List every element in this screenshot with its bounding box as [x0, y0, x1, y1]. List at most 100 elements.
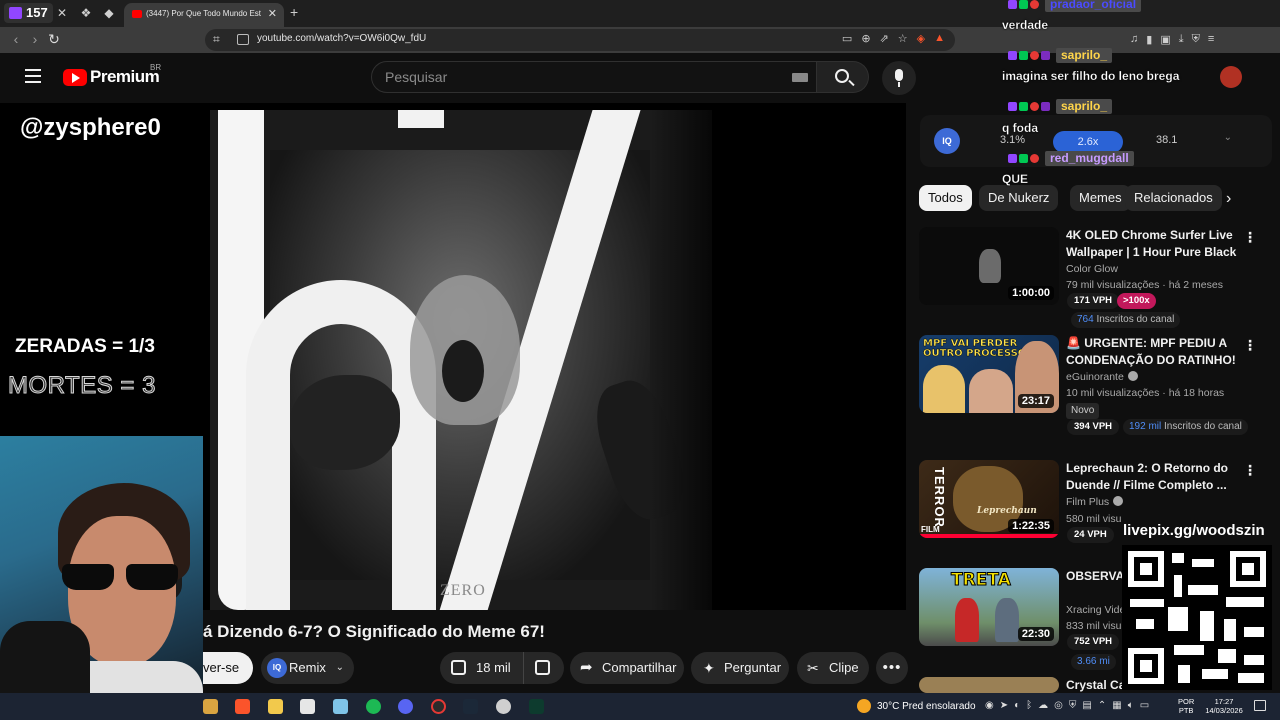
mute-icon[interactable]: ✕	[55, 6, 69, 20]
omnibox[interactable]: ⌗ youtube.com/watch?v=OW6i0Qw_fdU ▭ ⊕ ⇗ …	[205, 29, 955, 51]
search-input[interactable]: Pesquisar	[371, 61, 817, 93]
thumbs-down-icon[interactable]	[535, 660, 550, 675]
cast-icon[interactable]: ▭	[842, 32, 852, 45]
diamond-icon[interactable]: ◆	[102, 6, 116, 20]
rec-title[interactable]: 🚨 URGENTE: MPF PEDIU A CONDENAÇÃO DO RAT…	[1066, 335, 1238, 369]
list-item[interactable]: 1:00:00 4K OLED Chrome Surfer Live Wallp…	[919, 227, 1264, 328]
chevron-right-icon[interactable]: ›	[1226, 190, 1231, 208]
extension-icon[interactable]: ❖	[79, 6, 93, 20]
video-thumbnail[interactable]: TERROR Leprechaun FILM 1:22:35	[919, 460, 1059, 538]
chevron-down-icon[interactable]: ⌄	[1224, 132, 1232, 143]
rec-meta: 580 mil visu	[1066, 513, 1122, 525]
reload-icon[interactable]: ↻	[46, 31, 62, 47]
game-app-icon[interactable]	[496, 699, 511, 714]
more-vert-icon[interactable]: ⋮	[1243, 462, 1257, 479]
like-dislike-group: 18 mil	[440, 652, 564, 684]
rec-channel[interactable]: Color Glow	[1066, 263, 1118, 275]
keyboard-icon[interactable]	[792, 73, 808, 82]
volume-icon[interactable]: 🔈︎	[1128, 700, 1134, 711]
chat-name-line: red_muggdall	[1008, 150, 1134, 167]
more-actions-button[interactable]: •••	[876, 652, 908, 684]
chevron-up-icon[interactable]: ⌃	[1098, 700, 1106, 711]
terminal-app-icon[interactable]	[529, 699, 544, 714]
rec-channel[interactable]: Film Plus	[1066, 496, 1124, 508]
nvidia-icon[interactable]: ◐	[1014, 700, 1020, 711]
steam-app-icon[interactable]	[463, 699, 478, 714]
close-tab-icon[interactable]: ✕	[268, 3, 277, 25]
chip-todos[interactable]: Todos	[919, 185, 972, 211]
chevron-down-icon[interactable]: ⌄	[336, 652, 344, 684]
obs-app-icon[interactable]	[431, 699, 446, 714]
subs-count: 764	[1077, 314, 1094, 325]
notepad-app-icon[interactable]	[333, 699, 348, 714]
thumbnail-side-text: TERROR	[931, 467, 947, 528]
video-thumbnail[interactable]: 1:00:00	[919, 227, 1059, 305]
video-thumbnail[interactable]	[919, 677, 1059, 693]
spotify-app-icon[interactable]	[366, 699, 381, 714]
explorer-app-icon[interactable]	[268, 699, 283, 714]
ask-button[interactable]: ✦ Perguntar	[691, 652, 789, 684]
language-indicator[interactable]: POR PTB	[1178, 697, 1194, 715]
video-frame[interactable]: ZERO	[210, 110, 712, 610]
language-code: POR	[1178, 697, 1195, 706]
share-page-icon[interactable]: ⇗	[880, 32, 889, 45]
rec-channel[interactable]: Xracing Vide	[1066, 604, 1125, 616]
verified-icon	[1127, 371, 1138, 381]
brave-shield-icon[interactable]: ◈	[917, 32, 925, 45]
taskbar-clock[interactable]: 17:27 14/03/2026	[1200, 697, 1248, 715]
video-thumbnail[interactable]: TRETA 22:30	[919, 568, 1059, 646]
rec-title[interactable]: Leprechaun 2: O Retorno do Duende // Fil…	[1066, 460, 1238, 494]
like-button[interactable]: 18 mil	[440, 652, 524, 684]
telegram-icon[interactable]: ➤	[1000, 700, 1008, 711]
network-icon[interactable]: ▦	[1112, 700, 1121, 711]
active-tab[interactable]: (3447) Por Que Todo Mundo Est ✕	[124, 3, 284, 27]
donation-link: livepix.gg/woodszin	[1123, 522, 1265, 539]
folder-app-icon[interactable]	[203, 699, 218, 714]
zoom-icon[interactable]: ⊕	[861, 32, 870, 45]
url-text[interactable]: youtube.com/watch?v=OW6i0Qw_fdU	[257, 33, 426, 44]
new-badge: Novo	[1066, 403, 1100, 419]
duration-badge: 1:00:00	[1008, 286, 1054, 300]
epic-app-icon[interactable]	[300, 699, 315, 714]
site-info-icon[interactable]	[237, 34, 249, 45]
battery-icon[interactable]: ▭	[1140, 700, 1149, 711]
rec-channel[interactable]: eGuinorante	[1066, 371, 1138, 383]
premium-wordmark[interactable]: Premium	[90, 67, 160, 87]
discord-app-icon[interactable]	[398, 699, 413, 714]
qr-module	[1130, 599, 1164, 607]
clip-button[interactable]: ✂ Clipe	[797, 652, 869, 684]
search-button[interactable]	[817, 61, 869, 93]
bookmark-icon[interactable]: ⌗	[213, 32, 220, 47]
onedrive-icon[interactable]: ☁	[1038, 700, 1048, 711]
back-icon[interactable]: ‹	[8, 31, 24, 47]
voice-search-mic-icon[interactable]	[882, 61, 916, 95]
multiplier-badge: >100x	[1117, 293, 1156, 309]
youtube-logo-icon[interactable]	[63, 69, 87, 86]
share-button[interactable]: ➦ Compartilhar	[570, 652, 684, 684]
avatar[interactable]	[1220, 66, 1242, 88]
rec-title[interactable]: 4K OLED Chrome Surfer Live Wallpaper | 1…	[1066, 227, 1238, 261]
video-thumbnail[interactable]: MPF VAI PERDER OUTRO PROCESSO! 23:17	[919, 335, 1059, 413]
brave-app-icon[interactable]	[235, 699, 250, 714]
printer-icon[interactable]: ▤	[1082, 700, 1091, 711]
forward-icon[interactable]: ›	[27, 31, 43, 47]
notification-icon[interactable]	[1254, 700, 1266, 711]
menu-hamburger-icon[interactable]	[25, 69, 41, 83]
remix-button[interactable]: IQ Remix ⌄	[261, 652, 354, 684]
audio-app-icon[interactable]: ◎	[1054, 700, 1063, 711]
qr-finder	[1128, 648, 1164, 684]
subs-badge: 764 Inscritos do canal	[1071, 312, 1181, 328]
list-item[interactable]: MPF VAI PERDER OUTRO PROCESSO! 23:17 🚨 U…	[919, 335, 1264, 435]
thumbnail-headline: TRETA	[951, 570, 1012, 591]
more-vert-icon[interactable]: ⋮	[1243, 229, 1257, 246]
brave-rewards-icon[interactable]: ▲	[934, 32, 945, 45]
bluetooth-icon[interactable]: ᛒ	[1026, 700, 1032, 711]
more-vert-icon[interactable]: ⋮	[1243, 337, 1257, 354]
menu-icon[interactable]: ≡	[1208, 33, 1214, 46]
new-tab-button[interactable]: +	[290, 4, 298, 20]
thumbs-up-icon	[451, 660, 466, 675]
shield-icon[interactable]: ⛨	[1069, 700, 1077, 711]
star-icon[interactable]: ☆	[898, 32, 908, 45]
whatsapp-icon[interactable]: ◉	[985, 700, 994, 711]
subscribe-button[interactable]: ver-se	[203, 652, 253, 684]
